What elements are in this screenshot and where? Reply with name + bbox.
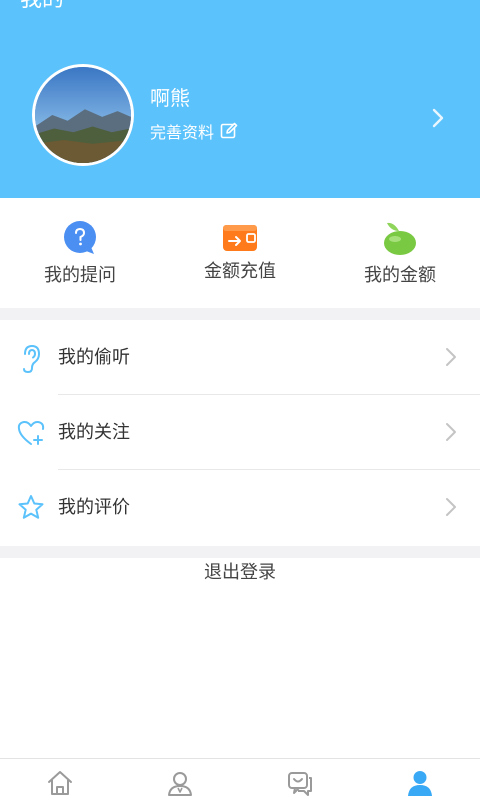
recharge-button[interactable]: 金额充值 [160, 198, 320, 308]
my-questions-button[interactable]: 我的提问 [0, 198, 160, 308]
username: 啊熊 [150, 86, 190, 110]
recharge-label: 金额充值 [204, 261, 276, 282]
heart-plus-icon [17, 420, 45, 445]
bean-icon [384, 222, 416, 255]
menu-item-eavesdrop[interactable]: 我的偷听 [0, 320, 480, 395]
menu-item-label: 我的偷听 [58, 347, 130, 368]
ear-icon [23, 344, 41, 374]
bottom-tab-bar [0, 758, 480, 800]
edit-profile-label: 完善资料 [150, 123, 215, 142]
menu-item-reviews[interactable]: 我的评价 [0, 470, 480, 545]
profile-icon[interactable] [406, 769, 434, 797]
avatar-image [35, 67, 131, 163]
star-icon [18, 495, 44, 519]
chevron-right-icon [446, 348, 456, 366]
avatar[interactable] [32, 64, 134, 166]
edit-profile-link[interactable]: 完善资料 [150, 120, 238, 142]
profile-header: 我的 啊熊 完善资料 [0, 0, 480, 198]
my-balance-label: 我的金额 [364, 265, 436, 286]
quick-actions: 我的提问 金额充值 我的金额 [0, 198, 480, 308]
menu-item-following[interactable]: 我的关注 [0, 395, 480, 470]
logout-button[interactable]: 退出登录 [0, 558, 480, 588]
chevron-right-icon [446, 423, 456, 441]
section-divider [0, 546, 480, 558]
chat-icon[interactable] [286, 769, 314, 797]
edit-icon [220, 122, 238, 139]
wallet-icon [223, 225, 257, 251]
menu-item-label: 我的关注 [58, 422, 130, 443]
section-divider [0, 308, 480, 320]
page-title: 我的 [20, 0, 64, 14]
question-bubble-icon [64, 221, 96, 254]
menu-list: 我的偷听 我的关注 我的评价 [0, 320, 480, 546]
my-balance-button[interactable]: 我的金额 [320, 198, 480, 308]
menu-item-label: 我的评价 [58, 497, 130, 518]
user-search-icon[interactable] [166, 769, 194, 797]
chevron-right-icon[interactable] [430, 106, 446, 130]
my-questions-label: 我的提问 [44, 265, 116, 286]
home-icon[interactable] [46, 769, 74, 797]
chevron-right-icon [446, 498, 456, 516]
